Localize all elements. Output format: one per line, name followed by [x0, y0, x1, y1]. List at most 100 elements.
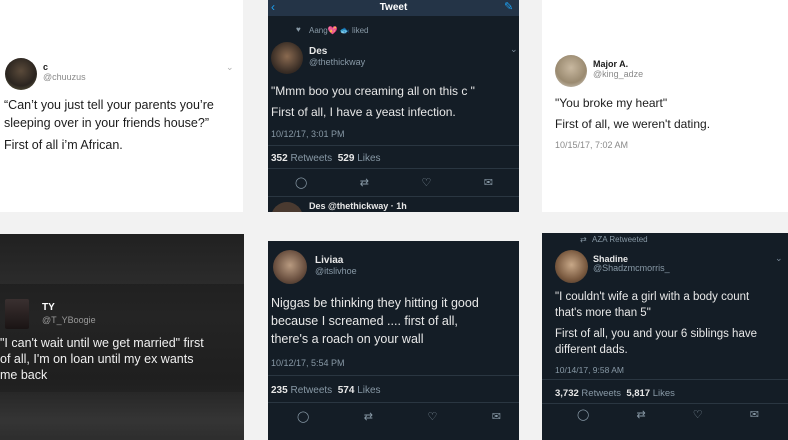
tweet-line: "I couldn't wife a girl with a body coun… — [555, 291, 750, 303]
tweet-line: "I can't wait until we get married" firs… — [0, 336, 204, 350]
heart-icon[interactable]: ♡ — [421, 177, 431, 189]
divider — [268, 168, 519, 169]
tweet-stats: 3,732 Retweets 5,817 Likes — [555, 388, 675, 399]
divider — [268, 402, 519, 403]
avatar[interactable] — [5, 299, 29, 329]
like-count[interactable]: 5,817 — [626, 388, 650, 399]
divider — [542, 403, 788, 404]
display-name[interactable]: Liviaa — [315, 255, 343, 266]
chevron-down-icon[interactable]: ⌄ — [775, 253, 783, 264]
avatar[interactable] — [273, 250, 307, 284]
user-handle[interactable]: @T_YBoogie — [42, 315, 96, 325]
timestamp: 10/12/17, 5:54 PM — [271, 358, 345, 368]
tweet-line: "You broke my heart" — [555, 96, 668, 110]
avatar[interactable] — [555, 250, 588, 283]
timestamp: 10/15/17, 7:02 AM — [555, 140, 629, 150]
tweet-stats: 235 Retweets 574 Likes — [271, 385, 381, 396]
divider — [542, 379, 788, 380]
tweet-line: there's a roach on your wall — [271, 331, 424, 346]
retweet-icon: ⇄ — [580, 235, 587, 244]
display-name[interactable]: Des — [309, 46, 327, 57]
user-handle[interactable]: @Shadzmcmorris_ — [593, 263, 670, 273]
tweet-card-shadzmcmorris[interactable]: ⇄ AZA Retweeted Shadine @Shadzmcmorris_ … — [542, 233, 788, 440]
likes-label[interactable]: Likes — [357, 153, 380, 164]
tweet-actions: ◯ ⇄ ♡ ✉ — [297, 411, 501, 423]
avatar[interactable] — [271, 202, 303, 212]
tweet-text: "You broke my heart" First of all, we we… — [555, 95, 785, 133]
tweet-text: Niggas be thinking they hitting it good … — [271, 295, 518, 348]
reply-icon[interactable]: ◯ — [295, 177, 307, 189]
tweet-text: “Can’t you just tell your parents you’re… — [4, 97, 242, 154]
tweet-actions: ◯ ⇄ ♡ ✉ — [295, 177, 493, 189]
tweet-line: of all, I'm on loan until my ex wants — [0, 351, 194, 366]
tweet-line: Niggas be thinking they hitting it good — [271, 296, 479, 310]
display-name[interactable]: Major A. — [593, 59, 628, 69]
tweet-card-king-adze[interactable]: Major A. @king_adze "You broke my heart"… — [542, 0, 788, 212]
user-handle[interactable]: @itslivhoe — [315, 266, 357, 276]
retweet-count[interactable]: 235 — [271, 385, 288, 396]
blurred-overlay — [0, 392, 244, 440]
tweet-stats: 352 Retweets 529 Likes — [271, 153, 381, 164]
heart-icon[interactable]: ♡ — [693, 409, 703, 421]
blurred-overlay — [0, 234, 244, 284]
heart-icon: ♥ — [296, 25, 301, 34]
retweet-icon[interactable]: ⇄ — [360, 177, 369, 189]
liked-by-text: Aang💖 🐟 liked — [309, 26, 369, 35]
tweet-text: "Mmm boo you creaming all on this c " Fi… — [271, 83, 517, 121]
tweet-card-thethickway[interactable]: ‹ Tweet ✎ ♥ Aang💖 🐟 liked Des @thethickw… — [268, 0, 519, 212]
divider — [268, 145, 519, 146]
user-handle[interactable]: @king_adze — [593, 69, 643, 79]
message-icon[interactable]: ✉ — [492, 411, 501, 423]
message-icon[interactable]: ✉ — [750, 409, 759, 421]
message-icon[interactable]: ✉ — [484, 177, 493, 189]
likes-label[interactable]: Likes — [653, 388, 675, 399]
chevron-down-icon[interactable]: ⌄ — [510, 44, 518, 55]
divider — [268, 375, 519, 376]
reply-icon[interactable]: ◯ — [577, 409, 589, 421]
avatar[interactable] — [271, 42, 303, 74]
tweet-line: First of all, you and your 6 siblings ha… — [555, 328, 757, 341]
retweets-label[interactable]: Retweets — [581, 388, 621, 399]
tweet-line: "Mmm boo you creaming all on this c " — [271, 84, 475, 98]
tweet-text: "I can't wait until we get married" firs… — [0, 336, 244, 383]
timestamp: 10/14/17, 9:58 AM — [555, 365, 624, 375]
display-name[interactable]: TY — [42, 302, 55, 313]
tweet-line: me back — [0, 367, 48, 382]
retweeted-by[interactable]: AZA Retweeted — [592, 235, 648, 244]
tweet-text: "I couldn't wife a girl with a body coun… — [555, 289, 788, 358]
tweet-card-chuuzus[interactable]: c @chuuzus ⌄ “Can’t you just tell your p… — [0, 0, 243, 212]
retweets-label[interactable]: Retweets — [290, 385, 332, 396]
tweet-line: “Can’t you just tell your parents you’re — [4, 98, 214, 112]
tweet-line: sleeping over in your friends house?” — [4, 115, 209, 130]
tweet-line: First of all, we weren't dating. — [555, 117, 711, 132]
header-title: Tweet — [379, 2, 408, 13]
heart-icon[interactable]: ♡ — [427, 411, 437, 423]
tweet-line: different dads. — [555, 344, 628, 357]
avatar[interactable] — [5, 58, 37, 90]
tweet-line: because I screamed .... first of all, — [271, 313, 458, 328]
avatar[interactable] — [555, 55, 587, 87]
user-handle[interactable]: @thethickway — [309, 57, 365, 67]
retweet-count[interactable]: 3,732 — [555, 388, 579, 399]
reply-icon[interactable]: ◯ — [297, 411, 309, 423]
tweet-line: First of all, I have a yeast infection. — [271, 105, 456, 120]
tweet-line: First of all i’m African. — [4, 137, 123, 152]
likes-label[interactable]: Likes — [357, 385, 380, 396]
reply-preview[interactable]: Des @thethickway · 1h — [309, 201, 407, 211]
tweet-line: that's more than 5" — [555, 307, 651, 320]
timestamp: 10/12/17, 3:01 PM — [271, 129, 345, 139]
display-name[interactable]: c — [43, 62, 48, 72]
retweet-count[interactable]: 352 — [271, 153, 288, 164]
chevron-down-icon[interactable]: ⌄ — [226, 62, 234, 73]
divider — [268, 196, 519, 197]
tweet-card-itslivhoe[interactable]: Liviaa @itslivhoe Niggas be thinking the… — [268, 241, 519, 440]
like-count[interactable]: 574 — [338, 385, 355, 396]
compose-icon[interactable]: ✎ — [504, 0, 513, 13]
tweet-card-t-yboogie[interactable]: TY @T_YBoogie "I can't wait until we get… — [0, 234, 244, 440]
retweets-label[interactable]: Retweets — [290, 153, 332, 164]
retweet-icon[interactable]: ⇄ — [636, 409, 645, 421]
tweet-actions: ◯ ⇄ ♡ ✉ — [577, 409, 759, 421]
retweet-icon[interactable]: ⇄ — [364, 411, 373, 423]
user-handle[interactable]: @chuuzus — [43, 72, 86, 82]
like-count[interactable]: 529 — [338, 153, 355, 164]
